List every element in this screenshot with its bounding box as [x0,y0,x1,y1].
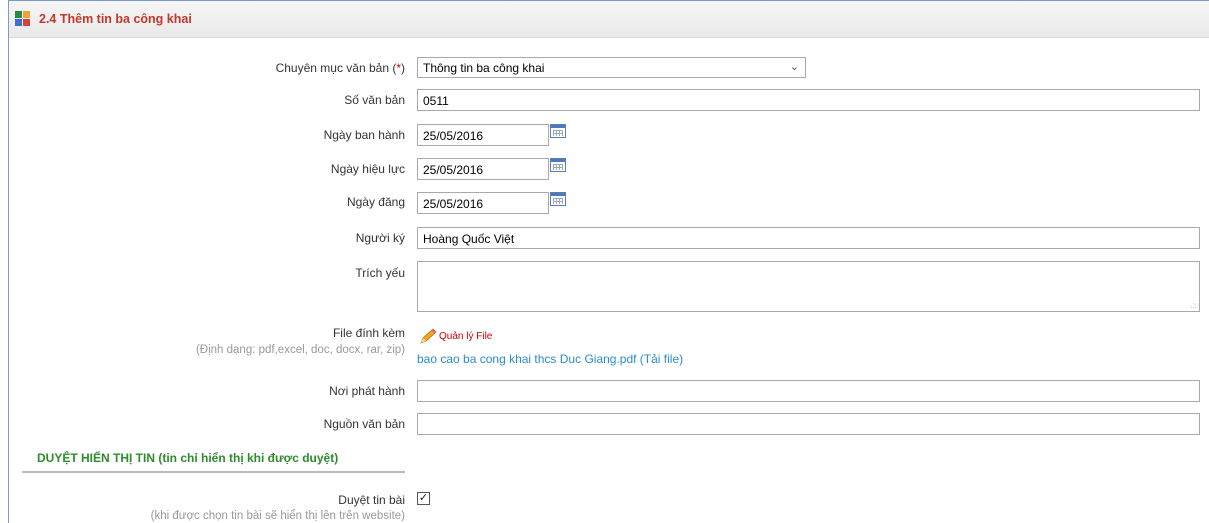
calendar-icon[interactable] [550,192,566,206]
summary-textarea[interactable]: .:: [417,261,1200,312]
source-label: Nguồn văn bản [323,417,405,431]
app-logo-icon [15,11,30,26]
chevron-down-icon: ⌄ [789,61,799,73]
issue-date-label: Ngày ban hành [323,128,405,142]
pencil-icon [420,328,437,344]
attachment-file-link[interactable]: bao cao ba cong khai thcs Duc Giang.pdf … [417,352,683,366]
summary-label: Trích yếu [355,266,405,280]
page-title: 2.4 Thêm tin ba công khai [39,12,192,26]
category-select[interactable]: Thông tin ba công khai ⌄ [417,57,806,78]
post-date-label: Ngày đăng [346,195,405,209]
category-select-value: Thông tin ba công khai [423,61,545,75]
resize-grip-icon[interactable]: .:: [1190,302,1197,310]
approve-label: Duyệt tin bài [338,493,405,507]
source-input[interactable] [417,413,1200,435]
calendar-icon[interactable] [550,124,566,138]
panel-header: 2.4 Thêm tin ba công khai [9,1,1209,38]
section-divider [22,471,405,473]
manage-file-label: Quản lý File [439,331,493,342]
issuer-input[interactable] [417,380,1200,402]
attachment-label: File đính kèm [332,326,405,340]
doc-number-input[interactable]: 0511 [417,89,1200,111]
approval-section-title: DUYỆT HIỂN THỊ TIN (tin chỉ hiển thị khi… [37,451,339,465]
signer-input[interactable]: Hoàng Quốc Việt [417,227,1200,249]
issue-date-input[interactable]: 25/05/2016 [417,124,549,146]
approve-checkbox[interactable]: ✓ [417,492,430,505]
post-date-input[interactable]: 25/05/2016 [417,192,549,214]
doc-number-label: Số văn bản [344,93,405,107]
approve-hint: (khi được chọn tin bài sẽ hiển thị lên t… [150,510,405,522]
calendar-icon[interactable] [550,158,566,172]
effective-date-input[interactable]: 25/05/2016 [417,158,549,180]
issuer-label: Nơi phát hành [329,384,405,398]
attachment-format-hint: (Định dạng: pdf,excel, doc, docx, rar, z… [195,344,405,356]
effective-date-label: Ngày hiệu lực [330,162,405,176]
category-label: Chuyên mục văn bản (*) [275,61,405,75]
signer-label: Người ký [355,231,405,245]
